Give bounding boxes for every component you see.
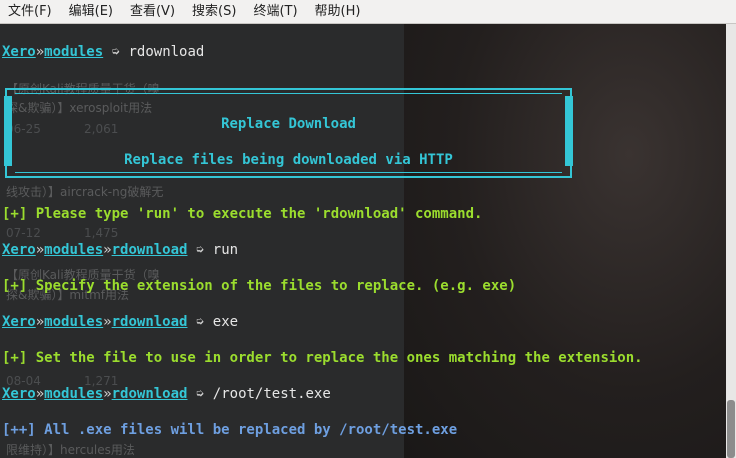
menu-help[interactable]: 帮助(H) <box>307 0 370 24</box>
menu-view[interactable]: 查看(V) <box>122 0 184 24</box>
command-text: rdownload <box>128 44 205 60</box>
prompt-module: rdownload <box>111 386 188 402</box>
prompt-line: Xero»modules»rdownload ➭ /root/test.exe <box>2 385 331 403</box>
menu-terminal[interactable]: 终端(T) <box>245 0 306 24</box>
menu-edit[interactable]: 编辑(E) <box>61 0 122 24</box>
menu-file[interactable]: 文件(F) <box>0 0 61 24</box>
prompt-root: Xero <box>2 386 36 402</box>
command-text: /root/test.exe <box>212 386 331 402</box>
ghost-text: 07-12 <box>6 226 41 240</box>
prompt-dir: modules <box>44 44 104 60</box>
prompt-dir: modules <box>44 314 104 330</box>
command-text: run <box>212 242 239 258</box>
prompt-sep: » <box>35 242 45 258</box>
prompt-line: Xero»modules ➭ rdownload <box>2 43 204 61</box>
prompt-arrow-icon: ➭ <box>195 386 205 402</box>
ghost-text: 线攻击）】aircrack-ng破解无 <box>6 185 164 199</box>
prompt-sep: » <box>35 386 45 402</box>
scrollbar[interactable] <box>726 24 736 458</box>
prompt-arrow-icon: ➭ <box>195 314 205 330</box>
module-banner: Replace Download Replace files being dow… <box>4 88 573 178</box>
info-line: [++] All .exe files will be replaced by … <box>2 422 458 438</box>
prompt-arrow-icon: ➭ <box>195 242 205 258</box>
prompt-root: Xero <box>2 314 36 330</box>
prompt-line: Xero»modules»rdownload ➭ run <box>2 241 238 259</box>
prompt-sep: » <box>35 44 45 60</box>
info-line: [+] Set the file to use in order to repl… <box>2 350 643 366</box>
banner-title: Replace Download <box>221 116 356 132</box>
banner-subtitle: Replace files being downloaded via HTTP <box>124 152 453 168</box>
prompt-root: Xero <box>2 44 36 60</box>
prompt-sep: » <box>103 386 112 402</box>
menu-search[interactable]: 搜索(S) <box>184 0 245 24</box>
menubar: 文件(F) 编辑(E) 查看(V) 搜索(S) 终端(T) 帮助(H) <box>0 0 736 24</box>
prompt-module: rdownload <box>111 314 188 330</box>
prompt-module: rdownload <box>111 242 188 258</box>
prompt-root: Xero <box>2 242 36 258</box>
prompt-dir: modules <box>44 386 104 402</box>
prompt-line: Xero»modules»rdownload ➭ exe <box>2 313 238 331</box>
prompt-sep: » <box>103 242 112 258</box>
ghost-text: 1,475 <box>84 226 119 240</box>
command-text: exe <box>212 314 239 330</box>
ghost-text: 限维持）】hercules用法 <box>6 443 135 457</box>
prompt-arrow-icon: ➭ <box>111 44 121 60</box>
terminal-output[interactable]: 【原创Kali教程质量干货（嗅 探&欺骗）】xerosploit用法 06-25… <box>0 24 726 458</box>
scrollbar-thumb[interactable] <box>727 400 735 458</box>
prompt-sep: » <box>35 314 45 330</box>
prompt-sep: » <box>103 314 112 330</box>
info-line: [+] Specify the extension of the files t… <box>2 278 517 294</box>
prompt-dir: modules <box>44 242 104 258</box>
info-line: [+] Please type 'run' to execute the 'rd… <box>2 206 483 222</box>
